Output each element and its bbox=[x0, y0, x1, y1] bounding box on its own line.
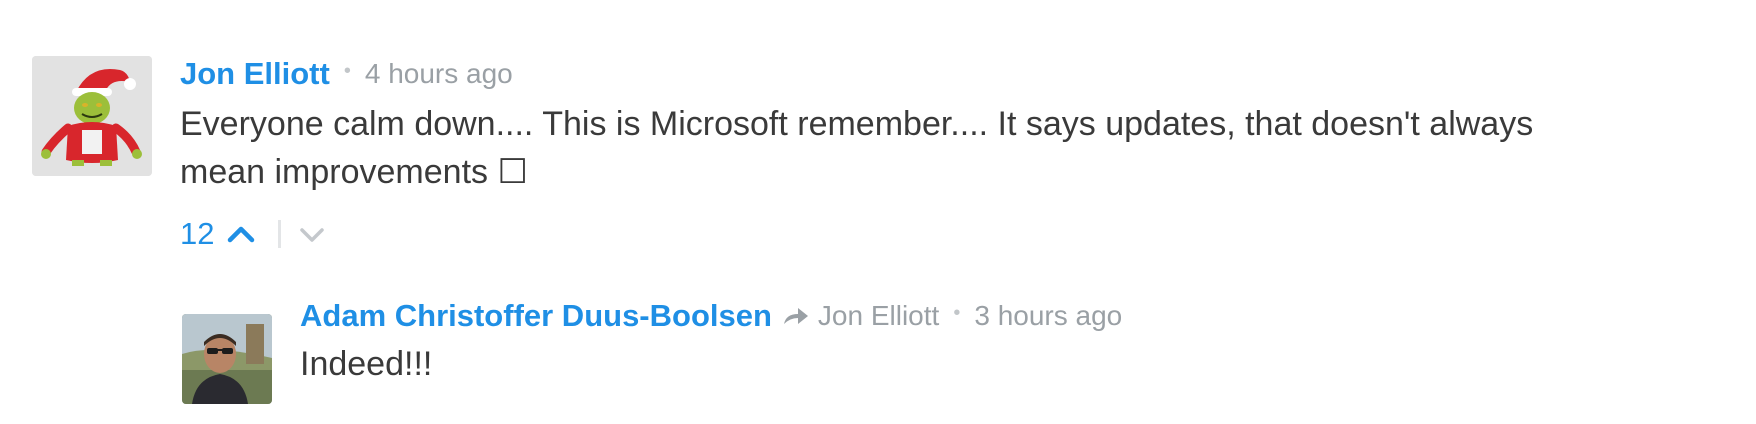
person-photo-avatar-icon bbox=[182, 314, 272, 404]
downvote-button[interactable] bbox=[297, 223, 327, 245]
reply-comment: Adam Christoffer Duus-Boolsen Jon Elliot… bbox=[0, 298, 1756, 424]
avatar[interactable] bbox=[182, 314, 272, 404]
comment: Jon Elliott • 4 hours ago Everyone calm … bbox=[0, 0, 1756, 260]
reply-body: Indeed!!! bbox=[300, 340, 432, 388]
reply-arrow-icon bbox=[780, 304, 812, 333]
grinch-avatar-icon bbox=[32, 56, 152, 176]
avatar[interactable] bbox=[32, 56, 152, 176]
comment-body-line: mean improvements ☐ bbox=[180, 153, 528, 191]
upvote-count: 12 bbox=[180, 216, 215, 251]
reply-header: Adam Christoffer Duus-Boolsen Jon Elliot… bbox=[300, 294, 1122, 338]
meta-separator-dot: • bbox=[343, 59, 351, 82]
chevron-down-icon bbox=[300, 228, 325, 242]
comment-header: Jon Elliott • 4 hours ago bbox=[180, 52, 513, 96]
upvote-button[interactable] bbox=[226, 223, 256, 245]
reply-body-line: Indeed!!! bbox=[300, 345, 433, 383]
chevron-up-icon bbox=[228, 226, 255, 243]
comment-body: Everyone calm down.... This is Microsoft… bbox=[180, 100, 1740, 196]
comment-votes: 12 bbox=[180, 212, 327, 256]
meta-separator-dot: • bbox=[953, 301, 961, 324]
reply-timestamp[interactable]: 3 hours ago bbox=[974, 300, 1122, 332]
comment-body-line: Everyone calm down.... This is Microsoft… bbox=[180, 105, 1534, 143]
comment-timestamp[interactable]: 4 hours ago bbox=[365, 58, 513, 90]
comment-author-link[interactable]: Jon Elliott bbox=[180, 56, 330, 92]
in-reply-to-link[interactable]: Jon Elliott bbox=[818, 300, 939, 332]
vote-divider bbox=[278, 220, 282, 248]
reply-author-link[interactable]: Adam Christoffer Duus-Boolsen bbox=[300, 298, 772, 334]
